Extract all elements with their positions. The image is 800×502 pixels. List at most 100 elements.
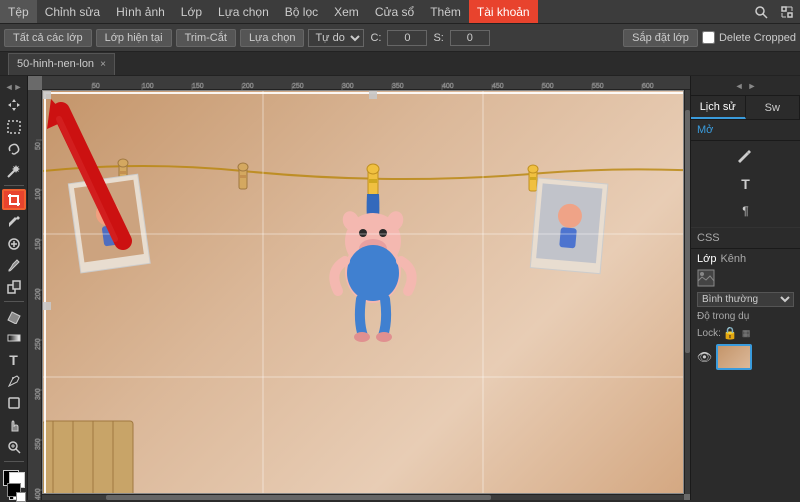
scrollbar-v[interactable] <box>684 90 690 494</box>
scrollbar-v-thumb[interactable] <box>685 110 690 352</box>
panel-para-btn[interactable]: ¶ <box>734 199 758 223</box>
heal-icon <box>6 236 22 252</box>
fg-color-indicator[interactable] <box>7 483 21 497</box>
layer-visibility-eye[interactable]: 👁 <box>697 350 712 364</box>
lock-label: Lock: <box>697 328 721 339</box>
delete-cropped-checkbox[interactable] <box>702 31 715 44</box>
options-bar: Tất cả các lớp Lớp hiện tại Trim-Cắt Lựa… <box>0 24 800 52</box>
move-icon <box>6 97 22 113</box>
expand-icon <box>780 5 794 19</box>
scene-svg <box>43 91 683 493</box>
arrange-layers-btn[interactable]: Sắp đặt lớp <box>623 29 698 47</box>
shape-btn[interactable] <box>2 393 26 413</box>
nav-left-icon: ◄ <box>735 81 744 91</box>
checkerboard-icon: ▦ <box>742 328 751 339</box>
move-tool-btn[interactable] <box>2 95 26 115</box>
channels-tab[interactable]: Kênh <box>720 253 746 265</box>
hand-icon <box>6 417 22 433</box>
search-button[interactable] <box>748 0 774 23</box>
annotation-arrow <box>43 91 243 271</box>
lasso-tool-btn[interactable] <box>2 139 26 159</box>
clone-icon <box>6 279 22 295</box>
magic-wand-btn[interactable] <box>2 161 26 181</box>
menu-view[interactable]: Xem <box>326 0 367 23</box>
svg-text:400: 400 <box>442 83 454 90</box>
svg-text:250: 250 <box>292 83 304 90</box>
selection-btn[interactable]: Lựa chọn <box>240 29 305 47</box>
text-tool-btn[interactable]: T <box>2 350 26 370</box>
eyedropper-icon <box>6 214 22 230</box>
mode-dropdown[interactable]: Tự do <box>308 29 364 47</box>
current-layer-btn[interactable]: Lớp hiện tại <box>96 29 172 47</box>
toolbar-separator-1 <box>4 185 24 186</box>
swatches-tab[interactable]: Sw <box>746 96 800 119</box>
menu-image[interactable]: Hình ảnh <box>108 0 173 23</box>
svg-text:100: 100 <box>142 83 154 90</box>
s-input[interactable] <box>450 30 490 46</box>
opacity-label: Độ trong dụ <box>697 311 749 322</box>
menu-edit[interactable]: Chỉnh sửa <box>37 0 108 23</box>
menu-select[interactable]: Lựa chọn <box>210 0 277 23</box>
heal-btn[interactable] <box>2 234 26 254</box>
right-panel: ◄ ► Lịch sử Sw Mở T ¶ CSS <box>690 76 800 500</box>
marquee-tool-btn[interactable] <box>2 117 26 137</box>
tab-close-btn[interactable]: × <box>100 59 106 70</box>
shape-icon <box>6 395 22 411</box>
gradient-btn[interactable] <box>2 328 26 348</box>
svg-text:50: 50 <box>92 83 100 90</box>
opacity-row: Độ trong dụ <box>697 311 794 322</box>
trim-btn[interactable]: Trim-Cắt <box>176 29 236 47</box>
blend-mode-select[interactable]: Bình thường <box>697 292 794 307</box>
zoom-btn[interactable] <box>2 437 26 457</box>
scene-content <box>43 91 683 493</box>
history-tab[interactable]: Lịch sử <box>691 96 746 119</box>
hand-btn[interactable] <box>2 415 26 435</box>
eyedropper-btn[interactable] <box>2 212 26 232</box>
menu-layer[interactable]: Lớp <box>173 0 210 23</box>
document-tab[interactable]: 50-hinh-nen-lon × <box>8 53 115 75</box>
gradient-icon <box>6 330 22 346</box>
c-input[interactable] <box>387 30 427 46</box>
panel-pencil-btn[interactable] <box>734 145 758 169</box>
menu-filter[interactable]: Bộ lọc <box>277 0 326 23</box>
clone-btn[interactable] <box>2 277 26 297</box>
scrollbar-h[interactable] <box>42 494 684 500</box>
svg-text:450: 450 <box>492 83 504 90</box>
expand-button[interactable] <box>774 0 800 23</box>
toolbar-separator-3 <box>4 461 24 462</box>
crop-tool-btn[interactable] <box>2 189 26 210</box>
svg-text:600: 600 <box>642 83 654 90</box>
layer-row[interactable]: 👁 <box>697 344 794 370</box>
menu-window[interactable]: Cửa sổ <box>367 0 422 23</box>
svg-text:550: 550 <box>592 83 604 90</box>
bg-color-indicator[interactable] <box>16 492 26 502</box>
layer-icon-row <box>697 269 794 287</box>
menu-account[interactable]: Tài khoản <box>469 0 538 23</box>
svg-text:300: 300 <box>342 83 354 90</box>
pen-btn[interactable] <box>2 372 26 392</box>
menu-file[interactable]: Tệp <box>0 0 37 23</box>
image-icon <box>697 269 715 287</box>
layers-tab[interactable]: Lớp <box>697 253 716 265</box>
scrollbar-h-thumb[interactable] <box>106 495 491 500</box>
panel-para-icon: ¶ <box>742 204 748 218</box>
eraser-icon <box>6 308 22 324</box>
svg-text:500: 500 <box>542 83 554 90</box>
canvas-area[interactable]: 50 100 150 200 250 300 350 400 450 500 5… <box>28 76 690 500</box>
panel-text-btn[interactable]: T <box>734 172 758 196</box>
text-icon: T <box>9 352 18 368</box>
main-area: ◄► <box>0 76 800 500</box>
s-label: S: <box>431 32 445 44</box>
delete-cropped-label: Delete Cropped <box>719 32 796 44</box>
open-link[interactable]: Mở <box>697 124 794 136</box>
layers-channels-tabs: Lớp Kênh <box>697 253 794 265</box>
layer-thumbnail[interactable] <box>716 344 752 370</box>
svg-text:50: 50 <box>35 142 42 150</box>
all-layers-btn[interactable]: Tất cả các lớp <box>4 29 92 47</box>
panel-history-tabs: Lịch sử Sw <box>691 96 800 120</box>
menu-more[interactable]: Thêm <box>422 0 469 23</box>
panel-text-icon: T <box>741 176 750 192</box>
eraser-btn[interactable] <box>2 306 26 326</box>
brush-btn[interactable] <box>2 256 26 276</box>
svg-text:350: 350 <box>392 83 404 90</box>
